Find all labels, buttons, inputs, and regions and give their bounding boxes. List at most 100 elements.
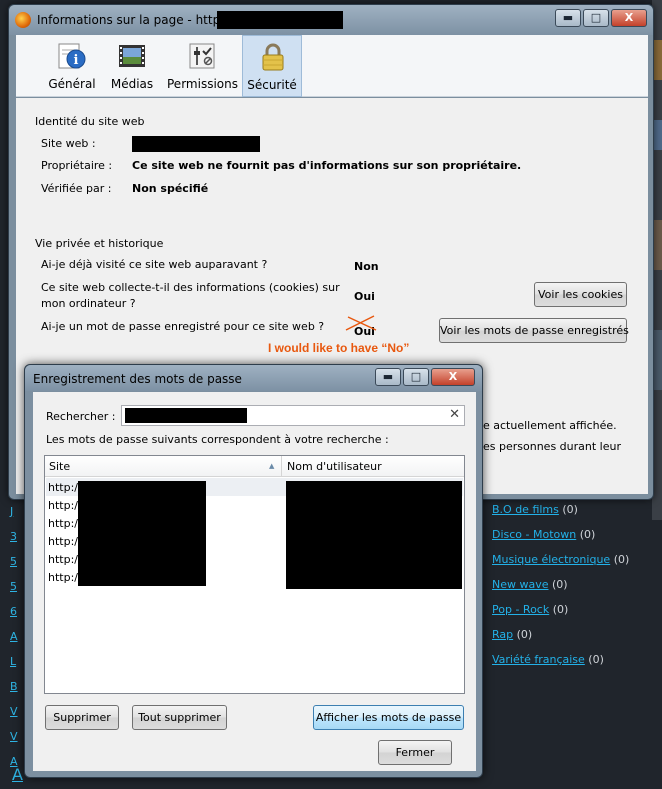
info-tabs-toolbar: i Général Médias Permissions Sécurité [16,35,648,97]
column-header-site[interactable]: Site [49,460,70,473]
pw-minimize-button[interactable]: ▬ [375,368,401,386]
cookies-question-line2: mon ordinateur ? [41,297,136,310]
genre-item: Variété française (0) [492,653,662,678]
row-site: http:// [48,481,82,494]
owner-label: Propriétaire : [41,159,113,172]
genre-item: Musique électronique (0) [492,553,662,578]
row-site: http:// [48,535,82,548]
genre-item: B.O de films (0) [492,503,662,528]
redacted-search-text [125,408,247,423]
page-info-titlebar[interactable]: Informations sur la page - http:// ▬ □ X [9,5,653,35]
saved-passwords-list[interactable]: Site ▲ Nom d'utilisateur http:// http://… [44,455,465,694]
passwords-question: Ai-je un mot de passe enregistré pour ce… [41,320,325,333]
delete-all-button[interactable]: Tout supprimer [132,705,227,730]
verified-value: Non spécifié [132,182,209,195]
bg-bottom-link[interactable]: A [12,765,23,784]
close-window-button[interactable]: X [611,9,647,27]
tab-general[interactable]: i Général [42,35,102,97]
tab-permissions-label: Permissions [167,77,238,91]
show-passwords-button[interactable]: Afficher les mots de passe [313,705,464,730]
row-site: http:// [48,499,82,512]
verified-label: Vérifiée par : [41,182,112,195]
tab-general-label: Général [48,77,96,91]
genre-link[interactable]: Musique électronique [492,553,610,566]
annotation-note: I would like to have “No” [268,341,410,355]
redacted-url [217,11,343,29]
password-window-titlebar[interactable]: Enregistrement des mots de passe ▬ □ X [25,365,482,391]
bg-left-link[interactable]: L [10,655,24,680]
sort-ascending-icon: ▲ [269,462,275,470]
pw-close-window-button[interactable]: X [431,368,475,386]
delete-button[interactable]: Supprimer [45,705,119,730]
clear-search-icon[interactable]: ✕ [449,407,460,422]
bg-left-link[interactable]: V [10,705,24,730]
genre-link[interactable]: New wave [492,578,549,591]
tab-media[interactable]: Médias [102,35,162,97]
annotation-strike-mark [345,315,377,331]
firefox-icon [15,12,31,28]
permissions-icon [189,43,215,69]
cookies-question-line1: Ce site web collecte-t-il des informatio… [41,281,340,294]
visited-question: Ai-je déjà visité ce site web auparavant… [41,258,268,271]
redacted-website [132,136,260,152]
maximize-button[interactable]: □ [583,9,609,27]
genre-link[interactable]: B.O de films [492,503,559,516]
bg-left-link[interactable]: 3 [10,530,24,555]
genre-item: Rap (0) [492,628,662,653]
genre-list: B.O de films (0) Disco - Motown (0) Musi… [492,503,662,678]
genre-item: Pop - Rock (0) [492,603,662,628]
view-cookies-button[interactable]: Voir les cookies [534,282,627,307]
genre-item: Disco - Motown (0) [492,528,662,553]
media-icon [119,45,145,67]
bg-left-link[interactable]: 6 [10,605,24,630]
genre-count: (0) [516,628,533,641]
column-separator[interactable] [281,456,282,477]
view-saved-passwords-button[interactable]: Voir les mots de passe enregistrés [439,318,629,343]
password-manager-window: Enregistrement des mots de passe ▬ □ X R… [24,364,483,778]
owner-value: Ce site web ne fournit pas d'information… [132,159,522,172]
search-input[interactable]: ✕ [121,405,465,426]
bg-left-link[interactable]: 5 [10,580,24,605]
genre-count: (0) [552,603,569,616]
identity-section-title: Identité du site web [35,115,145,128]
info-icon: i [58,43,86,69]
row-site: http:// [48,553,82,566]
bg-left-link[interactable]: V [10,730,24,755]
background-left-links: J 3 5 5 6 A L B V V A [10,505,24,780]
page-info-title: Informations sur la page - http:// [37,13,233,27]
visited-answer: Non [354,260,379,273]
tab-media-label: Médias [110,77,154,91]
password-window-title: Enregistrement des mots de passe [33,372,242,386]
row-site: http:// [48,571,82,584]
column-header-username[interactable]: Nom d'utilisateur [287,460,382,473]
genre-count: (0) [588,653,604,666]
genre-link[interactable]: Variété française [492,653,585,666]
tech-text-fragment-1: e actuellement affichée. [483,419,617,432]
genre-item: New wave (0) [492,578,662,603]
bg-left-link[interactable]: 5 [10,555,24,580]
tab-security[interactable]: Sécurité [242,35,302,97]
bg-left-link[interactable]: B [10,680,24,705]
bg-left-link[interactable]: J [10,505,24,530]
privacy-section-title: Vie privée et historique [35,237,164,250]
minimize-button[interactable]: ▬ [555,9,581,27]
genre-link[interactable]: Pop - Rock [492,603,549,616]
bg-left-link[interactable]: A [10,630,24,655]
matches-label: Les mots de passe suivants correspondent… [46,433,389,446]
genre-count: (0) [552,578,568,591]
website-label: Site web : [41,137,96,150]
redacted-sites [78,481,206,586]
tech-text-fragment-2: es personnes durant leur [483,440,621,453]
close-button[interactable]: Fermer [378,740,452,765]
genre-link[interactable]: Disco - Motown [492,528,576,541]
cookies-answer: Oui [354,290,375,303]
tab-permissions[interactable]: Permissions [167,35,238,97]
pw-maximize-button[interactable]: □ [403,368,429,386]
svg-text:i: i [74,53,79,68]
search-label: Rechercher : [46,410,116,423]
row-site: http:// [48,517,82,530]
lock-icon [262,43,284,71]
genre-link[interactable]: Rap [492,628,513,641]
genre-count: (0) [579,528,596,541]
list-header: Site ▲ Nom d'utilisateur [45,456,464,477]
